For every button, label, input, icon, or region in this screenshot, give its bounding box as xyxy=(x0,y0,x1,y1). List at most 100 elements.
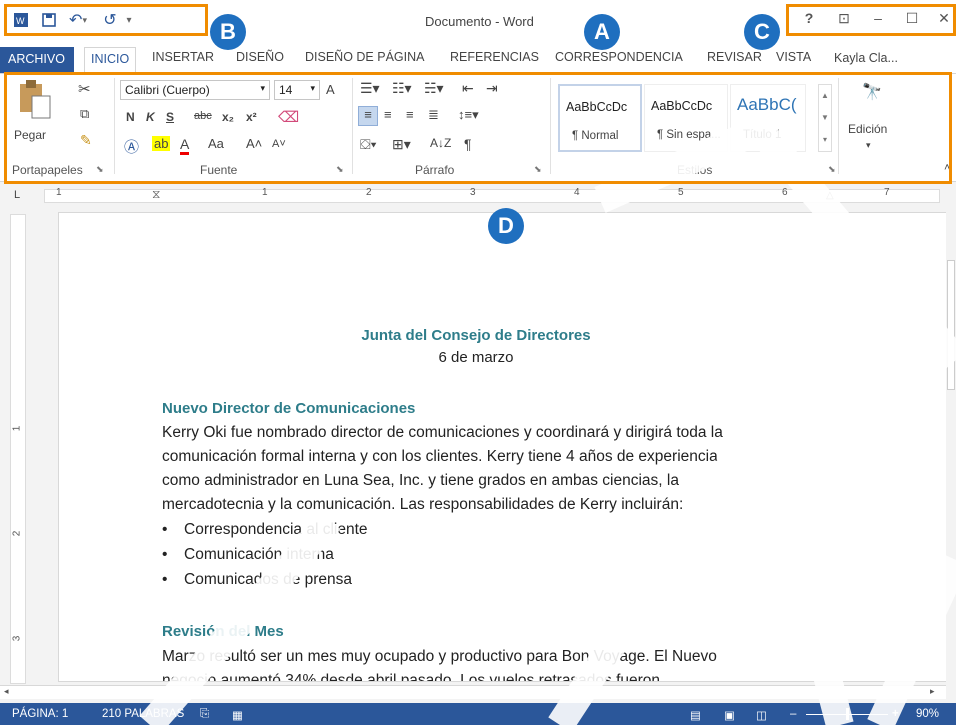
clear-format-icon[interactable]: ⌫ xyxy=(278,108,299,126)
scroll-thumb[interactable] xyxy=(947,260,955,390)
ruler-number: 1 xyxy=(56,187,62,198)
paragraph-launcher-icon[interactable]: ⬊ xyxy=(534,164,542,175)
decrease-indent-icon[interactable]: ⇤ xyxy=(462,80,474,97)
sort-icon[interactable]: A↓Z xyxy=(430,136,451,150)
tab-revisar[interactable]: REVISAR xyxy=(707,50,762,64)
change-case-button[interactable]: Aa xyxy=(208,136,224,151)
document-page[interactable]: Junta del Consejo de Directores 6 de mar… xyxy=(58,212,948,682)
group-label-styles: Estilos xyxy=(677,163,713,177)
close-icon[interactable]: ✕ xyxy=(930,10,956,30)
ruler-number: 7 xyxy=(884,187,890,198)
line-spacing-icon[interactable]: ↕≡▾ xyxy=(458,107,479,123)
styles-scroll-icon[interactable]: ▲ ▼ ▾ xyxy=(818,84,832,152)
font-name-combo[interactable]: Calibri (Cuerpo) ▾ xyxy=(120,80,270,100)
minimize-icon[interactable]: – xyxy=(864,10,892,30)
web-layout-icon[interactable]: ◫ xyxy=(756,708,767,722)
tab-diseno-pagina[interactable]: DISEÑO DE PÁGINA xyxy=(305,50,424,64)
bold-button[interactable]: N xyxy=(126,110,135,124)
grow-font-icon[interactable]: A xyxy=(326,82,335,97)
subscript-button[interactable]: x₂ xyxy=(222,110,234,124)
vertical-scrollbar[interactable] xyxy=(946,190,956,685)
page-indicator[interactable]: PÁGINA: 1 xyxy=(12,708,68,720)
user-name[interactable]: Kayla Cla... xyxy=(834,51,898,65)
tab-diseno[interactable]: DISEÑO xyxy=(236,50,284,64)
copy-icon[interactable]: ⧉ xyxy=(80,106,89,122)
collapse-ribbon-icon[interactable]: ˄ xyxy=(944,162,950,174)
ribbon-tabs: ARCHIVO INICIO INSERTAR DISEÑO DISEÑO DE… xyxy=(0,40,956,113)
word-icon[interactable]: W xyxy=(12,10,30,30)
shading-icon[interactable]: ⛋▾ xyxy=(360,136,377,153)
underline-button[interactable]: S xyxy=(166,110,174,124)
font-size-combo[interactable]: 14 ▾ xyxy=(274,80,320,100)
save-icon[interactable] xyxy=(40,10,58,30)
zoom-in-icon[interactable]: + xyxy=(892,708,899,720)
format-painter-icon[interactable]: ✎ xyxy=(80,132,92,149)
tab-insertar[interactable]: INSERTAR xyxy=(152,50,214,64)
strikethrough-button[interactable]: abc xyxy=(194,110,212,122)
style-no-spacing[interactable]: AaBbCcDc ¶ Sin espa... xyxy=(644,84,728,152)
align-right-icon[interactable]: ≡ xyxy=(406,107,414,122)
proofing-icon[interactable]: ⎘ xyxy=(200,708,209,721)
align-center-icon[interactable]: ≡ xyxy=(384,107,392,122)
macro-icon[interactable]: ▦ xyxy=(232,708,243,722)
text-effects-icon[interactable]: Ⓐ xyxy=(124,136,139,157)
highlight-icon[interactable]: ab xyxy=(152,136,171,151)
scroll-left-icon[interactable]: ◂ xyxy=(4,686,9,697)
tab-inicio[interactable]: INICIO xyxy=(84,47,137,75)
paste-icon[interactable] xyxy=(14,78,54,122)
right-indent-marker-icon[interactable]: △ xyxy=(826,190,834,201)
tab-selector-icon[interactable]: L xyxy=(14,189,20,201)
style-heading-1[interactable]: AaBbC( Título 1 xyxy=(730,84,806,152)
paste-button-label[interactable]: Pegar xyxy=(14,128,46,142)
scroll-right-icon[interactable]: ▸ xyxy=(930,686,935,697)
zoom-level[interactable]: 90% xyxy=(916,708,939,720)
marker-a: A xyxy=(584,14,620,50)
font-color-icon[interactable]: A xyxy=(180,136,190,155)
zoom-out-icon[interactable]: – xyxy=(790,708,796,720)
tab-archivo[interactable]: ARCHIVO xyxy=(0,47,74,73)
font-launcher-icon[interactable]: ⬊ xyxy=(336,164,344,175)
horizontal-scrollbar[interactable]: ◂ ▸ xyxy=(0,685,946,699)
help-icon[interactable]: ? xyxy=(795,10,823,30)
grow-font-button-icon[interactable]: A˄ xyxy=(246,136,262,151)
italic-button[interactable]: K xyxy=(146,110,155,124)
tab-referencias[interactable]: REFERENCIAS xyxy=(450,50,539,64)
clipboard-launcher-icon[interactable]: ⬊ xyxy=(96,164,104,175)
ribbon-display-icon[interactable]: ⊡ xyxy=(830,10,858,30)
customize-icon[interactable]: ▾ xyxy=(122,10,136,30)
justify-icon[interactable]: ≣ xyxy=(428,107,439,123)
list-item: Comunicación interna xyxy=(162,546,334,564)
editing-button[interactable]: Edición xyxy=(848,122,887,136)
find-icon[interactable]: 🔭 xyxy=(862,82,882,102)
increase-indent-icon[interactable]: ⇥ xyxy=(486,80,498,97)
indent-marker-icon[interactable]: ⧖ xyxy=(152,187,160,202)
align-left-icon[interactable]: ≡ xyxy=(358,106,378,126)
zoom-thumb[interactable] xyxy=(846,708,849,720)
editing-dropdown-icon[interactable]: ▾ xyxy=(866,140,871,151)
bullets-icon[interactable]: ☰▾ xyxy=(360,80,380,97)
marker-b: B xyxy=(210,14,246,50)
show-formatting-icon[interactable]: ¶ xyxy=(464,136,472,152)
section-heading: Nuevo Director de Comunicaciones xyxy=(162,400,416,417)
superscript-button[interactable]: x² xyxy=(246,110,257,124)
borders-icon[interactable]: ⊞▾ xyxy=(392,136,411,153)
tab-vista[interactable]: VISTA xyxy=(776,50,811,64)
print-layout-icon[interactable]: ▣ xyxy=(724,708,735,722)
tab-correspondencia[interactable]: CORRESPONDENCIA xyxy=(555,50,683,64)
read-mode-icon[interactable]: ▤ xyxy=(690,708,701,722)
redo-icon[interactable]: ↺ xyxy=(100,10,120,30)
multilevel-list-icon[interactable]: ☵▾ xyxy=(424,80,444,97)
marker-d: D xyxy=(488,208,524,244)
horizontal-ruler[interactable]: L 1 1 2 3 4 5 6 7 ⧖ △ xyxy=(0,184,956,208)
word-count[interactable]: 210 PALABRAS xyxy=(102,708,184,720)
undo-icon[interactable]: ↶ ▾ xyxy=(64,10,92,30)
maximize-icon[interactable]: ☐ xyxy=(898,10,926,30)
window-title: Documento - Word xyxy=(425,14,534,29)
shrink-font-icon[interactable]: A˅ xyxy=(272,138,286,150)
cut-icon[interactable]: ✂ xyxy=(78,80,91,98)
ruler-number: 5 xyxy=(678,187,684,198)
styles-launcher-icon[interactable]: ⬊ xyxy=(828,164,836,175)
style-normal[interactable]: AaBbCcDc ¶ Normal xyxy=(558,84,642,152)
numbering-icon[interactable]: ☷▾ xyxy=(392,80,412,97)
list-item: Correspondencia al cliente xyxy=(162,521,367,539)
